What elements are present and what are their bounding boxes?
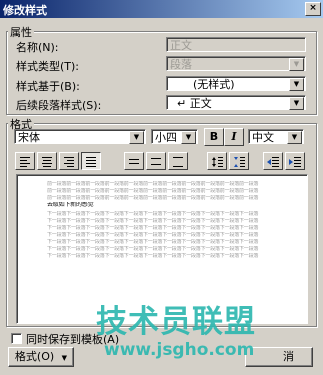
preview-next-line: 下一段落下一段落下一段落下一段落下一段落下一段落下一段落下一段落下一段落下一段落… [47, 239, 259, 245]
preview-next-line: 下一段落下一段落下一段落下一段落下一段落下一段落下一段落下一段落下一段落下一段落… [47, 218, 259, 224]
title-bar: 修改样式 × [0, 0, 323, 18]
increase-indent-button[interactable] [285, 152, 305, 170]
single-spacing-icon [129, 159, 139, 164]
decrease-spacing-icon [234, 157, 245, 167]
language-value: 中文 [252, 131, 274, 144]
align-center-icon [42, 157, 52, 167]
italic-button[interactable]: I [224, 128, 244, 146]
language-select[interactable]: 中文 ▼ [248, 129, 304, 144]
font-size-select[interactable]: 小四 ▼ [151, 129, 198, 144]
style-type-value: 段落 [170, 58, 192, 71]
font-value: 宋体 [18, 131, 40, 144]
based-on-select[interactable]: (无样式) ▼ [166, 76, 306, 91]
preview-next-line: 下一段落下一段落下一段落下一段落下一段落下一段落下一段落下一段落下一段落下一段落… [47, 225, 259, 231]
one-half-spacing-button[interactable] [146, 152, 166, 170]
justify-icon [86, 157, 96, 167]
align-right-icon [64, 157, 74, 167]
cancel-button[interactable]: 消 [245, 347, 313, 367]
style-name-field[interactable]: 正文 [166, 37, 306, 52]
format-button-label: 格式(O) [14, 350, 55, 363]
based-on-value: (无样式) [193, 78, 235, 91]
align-left-icon [20, 157, 30, 167]
preview-next-line: 下一段落下一段落下一段落下一段落下一段落下一段落下一段落下一段落下一段落下一段落… [47, 246, 259, 252]
style-type-label: 样式类型(T): [16, 60, 80, 73]
increase-spacing-icon [212, 157, 223, 167]
save-to-template-checkbox[interactable] [11, 333, 22, 344]
style-preview: 前一段落前一段落前一段落前一段落前一段落前一段落前一段落前一段落前一段落前一段落… [16, 174, 308, 324]
preview-previous-line: 前一段落前一段落前一段落前一段落前一段落前一段落前一段落前一段落前一段落前一段落… [47, 188, 259, 194]
watermark-url: www.jsgho.com [104, 340, 255, 360]
bold-button[interactable]: B [204, 128, 224, 146]
chevron-down-icon: ▼ [289, 58, 304, 71]
font-size-value: 小四 [155, 131, 177, 144]
dropdown-arrow-icon: ▼ [61, 354, 68, 362]
chevron-down-icon: ▼ [129, 131, 144, 144]
format-button[interactable]: 格式(O) ▼ [8, 347, 74, 367]
single-spacing-button[interactable] [124, 152, 144, 170]
chevron-down-icon: ▼ [181, 131, 196, 144]
indent-icon [289, 157, 301, 167]
following-style-value: ↵ 正文 [177, 97, 212, 110]
double-spacing-button[interactable] [168, 152, 188, 170]
align-right-button[interactable] [59, 152, 79, 170]
align-left-button[interactable] [15, 152, 35, 170]
space-before-increase-button[interactable] [207, 152, 227, 170]
preview-next-line: 下一段落下一段落下一段落下一段落下一段落下一段落下一段落下一段落下一段落下一段落… [47, 253, 259, 259]
following-style-label: 后续段落样式(S): [16, 99, 102, 112]
name-label: 名称(N): [16, 41, 59, 54]
chevron-down-icon: ▼ [287, 131, 302, 144]
font-select[interactable]: 宋体 ▼ [14, 129, 146, 144]
close-button[interactable]: × [305, 2, 321, 16]
double-spacing-icon [173, 157, 183, 167]
chevron-down-icon: ▼ [289, 78, 304, 91]
preview-sample-line: 去取如下新的感觉 [47, 202, 94, 208]
preview-next-line: 下一段落下一段落下一段落下一段落下一段落下一段落下一段落下一段落下一段落下一段落… [47, 232, 259, 238]
properties-legend: 属性 [8, 24, 34, 40]
chevron-down-icon: ▼ [289, 97, 304, 110]
preview-previous-line: 前一段落前一段落前一段落前一段落前一段落前一段落前一段落前一段落前一段落前一段落… [47, 195, 259, 201]
based-on-label: 样式基于(B): [16, 80, 80, 93]
following-style-select[interactable]: ↵ 正文 ▼ [166, 95, 306, 110]
space-before-decrease-button[interactable] [229, 152, 249, 170]
align-center-button[interactable] [37, 152, 57, 170]
style-type-select[interactable]: 段落 ▼ [166, 56, 306, 71]
preview-next-line: 下一段落下一段落下一段落下一段落下一段落下一段落下一段落下一段落下一段落下一段落… [47, 211, 259, 217]
decrease-indent-button[interactable] [263, 152, 283, 170]
save-to-template-label: 同时保存到模板(A) [26, 333, 120, 346]
one-half-spacing-icon [151, 158, 161, 165]
justify-button[interactable] [81, 152, 101, 170]
preview-previous-line: 前一段落前一段落前一段落前一段落前一段落前一段落前一段落前一段落前一段落前一段落… [47, 181, 259, 187]
outdent-icon [267, 157, 279, 167]
window-title: 修改样式 [3, 4, 47, 17]
